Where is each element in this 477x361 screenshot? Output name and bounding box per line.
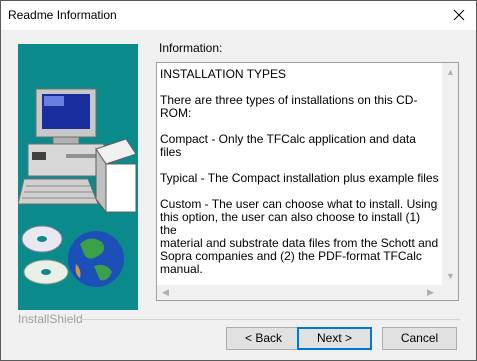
cancel-button[interactable]: Cancel <box>382 327 457 350</box>
next-button[interactable]: Next > <box>297 327 372 350</box>
back-button[interactable]: < Back <box>226 327 301 350</box>
readme-text: INSTALLATION TYPES There are three types… <box>160 67 439 276</box>
installshield-brand: InstallShield <box>18 312 83 326</box>
readme-text-area[interactable]: INSTALLATION TYPES There are three types… <box>156 62 459 301</box>
scroll-left-icon[interactable]: ◀ <box>162 287 169 298</box>
close-icon <box>453 9 465 21</box>
readme-dialog: Readme Information Information: INSTALLA… <box>0 0 477 361</box>
scroll-up-icon[interactable]: ▲ <box>446 67 455 77</box>
footer-divider <box>81 319 460 320</box>
scroll-right-icon[interactable]: ▶ <box>427 287 434 298</box>
scrollbar-corner <box>442 285 458 300</box>
title-bar: Readme Information <box>1 1 476 30</box>
information-label: Information: <box>159 41 223 55</box>
scroll-down-icon[interactable]: ▼ <box>446 271 455 281</box>
window-title: Readme Information <box>8 8 117 22</box>
close-button[interactable] <box>447 4 471 26</box>
computer-cd-globe-illustration <box>17 88 137 287</box>
setup-illustration <box>17 44 138 310</box>
horizontal-scrollbar[interactable]: ◀ ▶ <box>157 285 442 300</box>
vertical-scrollbar[interactable]: ▲ ▼ <box>442 63 458 285</box>
